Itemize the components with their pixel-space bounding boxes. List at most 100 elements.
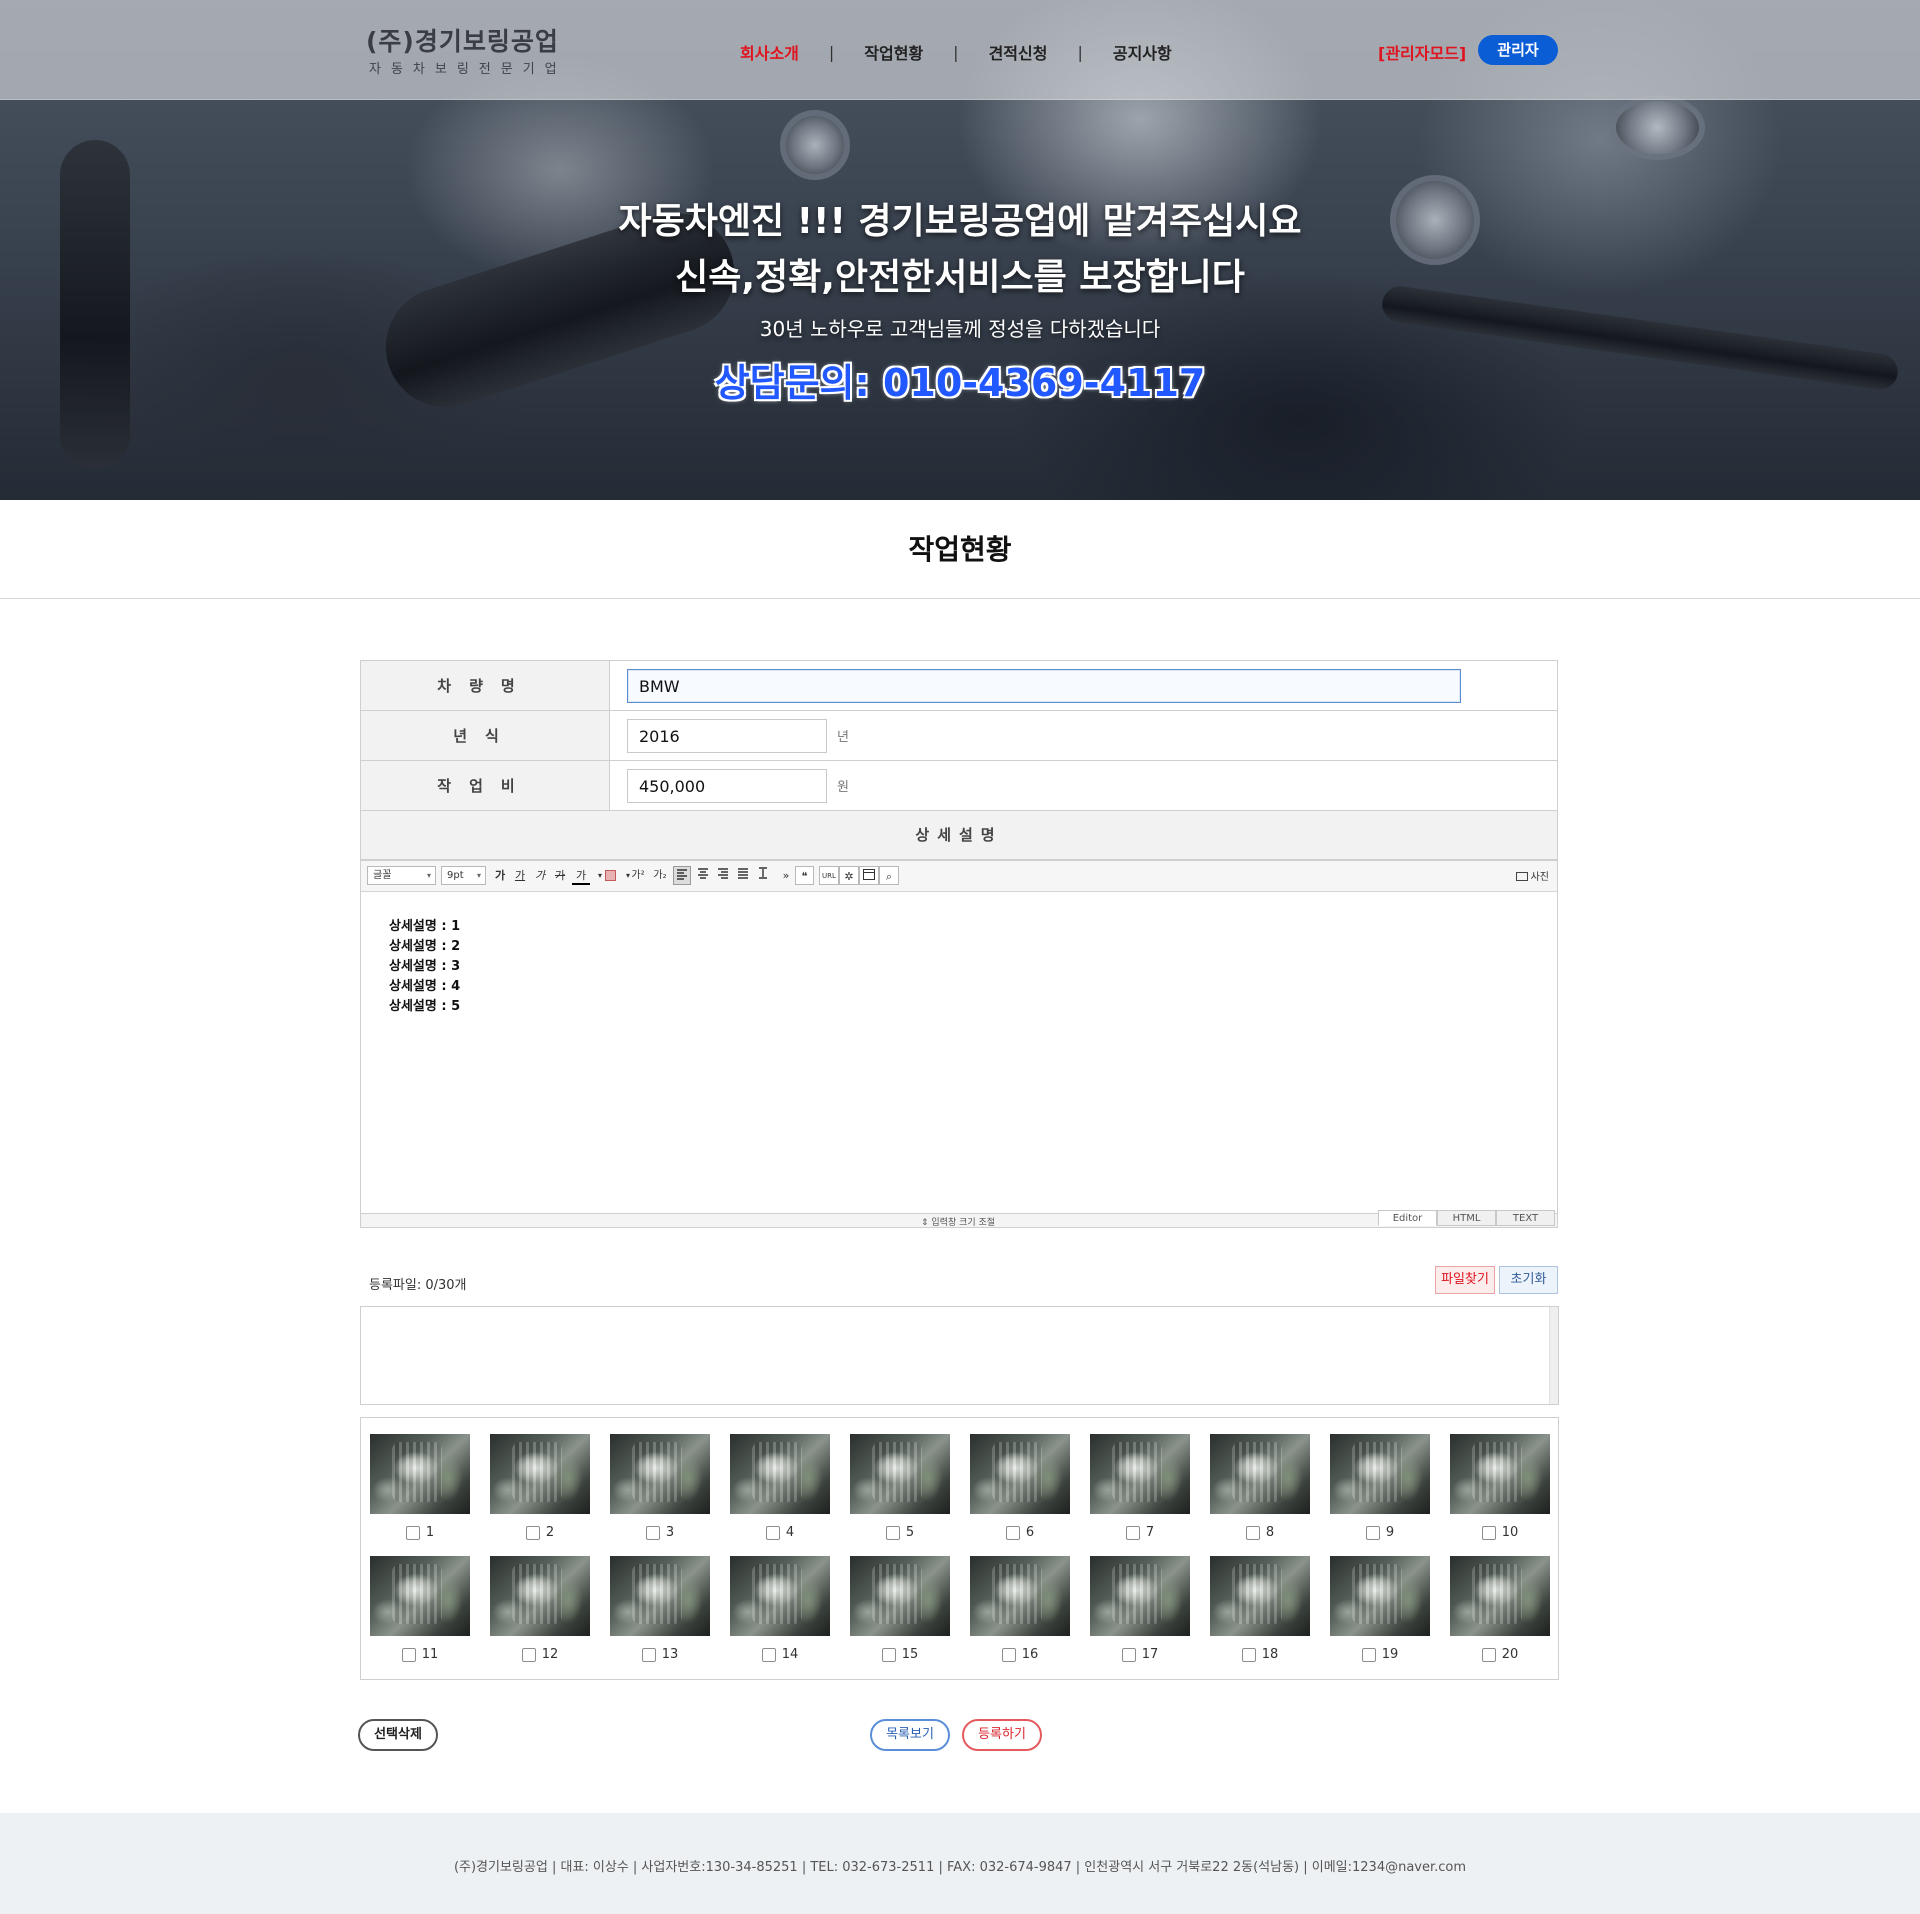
gallery-check-row: 15 [850, 1647, 950, 1662]
file-list[interactable] [360, 1306, 1559, 1405]
quote-icon[interactable]: ❝ [795, 866, 814, 885]
font-family-value: 글꼴 [373, 870, 392, 881]
admin-mode-link[interactable]: [관리자모드] [1378, 40, 1466, 64]
engine-photo-thumbnail[interactable] [1450, 1556, 1550, 1636]
photo-checkbox[interactable] [881, 1647, 896, 1662]
photo-button[interactable]: 사진 [1515, 868, 1549, 883]
photo-checkbox[interactable] [1245, 1525, 1260, 1540]
subscript-icon[interactable]: 가₂ [651, 866, 669, 885]
logo-title[interactable]: (주)경기보링공업 [366, 22, 559, 58]
tab-editor[interactable]: Editor [1378, 1210, 1437, 1226]
hero-headline-2: 신속,정확,안전한서비스를 보장합니다 [675, 257, 1245, 298]
photo-checkbox[interactable] [1005, 1525, 1020, 1540]
photo-checkbox[interactable] [641, 1647, 656, 1662]
engine-photo-thumbnail[interactable] [1330, 1556, 1430, 1636]
more-icon[interactable]: » [777, 866, 795, 885]
tab-html[interactable]: HTML [1437, 1210, 1496, 1226]
photo-checkbox[interactable] [521, 1647, 536, 1662]
photo-checkbox[interactable] [1125, 1525, 1140, 1540]
font-size-select[interactable]: 9pt ▾ [441, 866, 486, 885]
vehicle-name-input[interactable]: BMW [627, 668, 1461, 703]
editor-content[interactable]: 상세설명 : 1 상세설명 : 2 상세설명 : 3 상세설명 : 4 상세설명… [361, 893, 1557, 1213]
table-icon[interactable] [859, 866, 879, 885]
nav-company[interactable]: 회사소개 [740, 40, 799, 64]
cost-input[interactable]: 450,000 [627, 768, 827, 803]
gallery-check-row: 3 [610, 1525, 710, 1540]
find-file-button[interactable]: 파일찾기 [1435, 1266, 1495, 1294]
nav-estimate[interactable]: 견적신청 [989, 40, 1048, 64]
gallery-check-row: 4 [730, 1525, 830, 1540]
engine-photo-thumbnail[interactable] [610, 1556, 710, 1636]
engine-photo-thumbnail[interactable] [1330, 1434, 1430, 1514]
engine-photo-thumbnail[interactable] [490, 1556, 590, 1636]
photo-number: 17 [1141, 1647, 1159, 1662]
photo-checkbox[interactable] [1481, 1647, 1496, 1662]
reset-files-button[interactable]: 초기화 [1499, 1266, 1558, 1294]
special-char-icon[interactable]: ✲ [839, 866, 859, 885]
photo-checkbox[interactable] [1365, 1525, 1380, 1540]
photo-checkbox[interactable] [645, 1525, 660, 1540]
find-icon[interactable]: ⌕ [879, 866, 899, 885]
engine-photo-thumbnail[interactable] [1090, 1556, 1190, 1636]
page-title: 작업현황 [908, 533, 1012, 566]
engine-photo-thumbnail[interactable] [370, 1556, 470, 1636]
list-button[interactable]: 목록보기 [870, 1719, 950, 1751]
tab-text[interactable]: TEXT [1496, 1210, 1555, 1226]
photo-checkbox[interactable] [765, 1525, 780, 1540]
bold-icon[interactable]: 가 [491, 866, 509, 885]
url-icon[interactable]: URL [819, 866, 839, 885]
photo-number: 10 [1501, 1525, 1519, 1540]
editor-line: 상세설명 : 4 [389, 979, 461, 994]
line-height-icon[interactable] [754, 866, 772, 885]
delete-selected-button[interactable]: 선택삭제 [358, 1719, 438, 1751]
gallery-check-row: 10 [1450, 1525, 1550, 1540]
engine-photo-thumbnail[interactable] [730, 1434, 830, 1514]
superscript-icon[interactable]: 가² [629, 866, 647, 885]
photo-checkbox[interactable] [525, 1525, 540, 1540]
align-left-icon[interactable] [673, 866, 691, 885]
engine-photo-thumbnail[interactable] [970, 1434, 1070, 1514]
scrollbar[interactable] [1549, 1307, 1558, 1404]
engine-photo-thumbnail[interactable] [850, 1434, 950, 1514]
engine-photo-thumbnail[interactable] [1090, 1434, 1190, 1514]
font-color-icon[interactable]: 가 [572, 866, 590, 885]
editor-line: 상세설명 : 2 [389, 939, 461, 954]
photo-checkbox[interactable] [1001, 1647, 1016, 1662]
photo-checkbox[interactable] [405, 1525, 420, 1540]
engine-photo-thumbnail[interactable] [850, 1556, 950, 1636]
year-input[interactable]: 2016 [627, 718, 827, 753]
font-family-select[interactable]: 글꼴 ▾ [367, 866, 436, 885]
engine-photo-thumbnail[interactable] [370, 1434, 470, 1514]
resize-handle[interactable]: ⇕ 입력창 크기 조절 [921, 1215, 995, 1228]
photo-number: 8 [1265, 1525, 1275, 1540]
vehicle-row: 차량명 BMW [361, 661, 1557, 711]
highlight-icon[interactable] [601, 866, 619, 885]
align-right-icon[interactable] [714, 866, 732, 885]
gallery-item: 11 [370, 1556, 470, 1662]
engine-photo-thumbnail[interactable] [1210, 1434, 1310, 1514]
year-label: 년식 [361, 711, 610, 760]
align-center-icon[interactable] [694, 866, 712, 885]
photo-checkbox[interactable] [761, 1647, 776, 1662]
photo-checkbox[interactable] [401, 1647, 416, 1662]
underline-icon[interactable]: 가 [511, 866, 529, 885]
engine-photo-thumbnail[interactable] [610, 1434, 710, 1514]
engine-photo-thumbnail[interactable] [1450, 1434, 1550, 1514]
nav-work-status[interactable]: 작업현황 [864, 40, 923, 64]
engine-photo-thumbnail[interactable] [1210, 1556, 1310, 1636]
photo-checkbox[interactable] [1241, 1647, 1256, 1662]
engine-photo-thumbnail[interactable] [970, 1556, 1070, 1636]
admin-button[interactable]: 관리자 [1478, 35, 1558, 65]
photo-checkbox[interactable] [1361, 1647, 1376, 1662]
submit-button[interactable]: 등록하기 [962, 1719, 1042, 1751]
photo-checkbox[interactable] [1481, 1525, 1496, 1540]
italic-icon[interactable]: 가 [531, 866, 549, 885]
engine-photo-thumbnail[interactable] [730, 1556, 830, 1636]
photo-checkbox[interactable] [885, 1525, 900, 1540]
nav-notice[interactable]: 공지사항 [1113, 40, 1172, 64]
strikethrough-icon[interactable]: 가 [551, 866, 569, 885]
photo-button-label: 사진 [1530, 872, 1549, 883]
justify-icon[interactable] [734, 866, 752, 885]
engine-photo-thumbnail[interactable] [490, 1434, 590, 1514]
photo-checkbox[interactable] [1121, 1647, 1136, 1662]
